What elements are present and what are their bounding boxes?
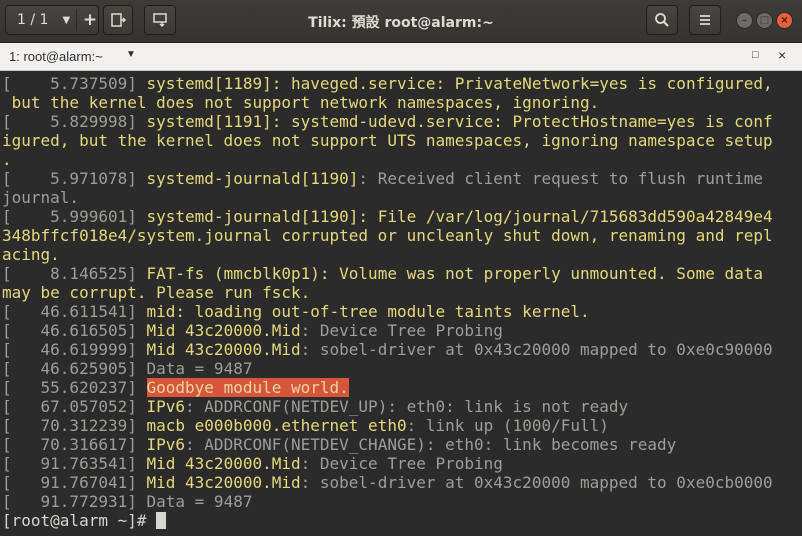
terminal-text-segment: Mid 43c20000.Mid	[146, 321, 301, 340]
terminal-text-segment: : Received client request to flush runti…	[358, 169, 763, 188]
terminal-text-segment: systemd[1191]: systemd-udevd.service: Pr…	[146, 112, 773, 131]
terminal-text-segment: [ 46.619999]	[2, 340, 147, 359]
terminal-text-segment: [ 91.772931]	[2, 492, 147, 511]
header-bar: 1 / 1 ▼ + Tilix: 預設 root@alarm:~ – □ ×	[0, 0, 802, 43]
terminal-line: [ 5.829998] systemd[1191]: systemd-udevd…	[2, 112, 802, 131]
terminal-line: [ 46.619999] Mid 43c20000.Mid: sobel-dri…	[2, 340, 802, 359]
terminal-text-segment: : sobel-driver at 0x43c20000 mapped to 0…	[300, 473, 773, 492]
terminal-text-segment: [ 67.057052]	[2, 397, 147, 416]
terminal-text-segment: [ 5.737509]	[2, 74, 147, 93]
text-cursor	[156, 512, 167, 529]
terminal-text-segment: may be corrupt. Please run fsck.	[2, 283, 311, 302]
terminal-text-segment: .	[2, 150, 12, 169]
shell-prompt: [root@alarm ~]#	[2, 511, 157, 530]
terminal-text-segment: mid: loading out-of-tree module taints k…	[146, 302, 590, 321]
minimize-icon[interactable]: –	[736, 12, 753, 29]
terminal-line: 348bffcf018e4/system.journal corrupted o…	[2, 226, 802, 245]
terminal-text-segment: : link up (1000/Full)	[406, 416, 609, 435]
terminal-text-segment: : Device Tree Probing	[300, 454, 503, 473]
terminal-text-segment: Mid 43c20000.Mid	[146, 454, 301, 473]
terminal-text-segment: [ 91.767041]	[2, 473, 147, 492]
terminal-line: igured, but the kernel does not support …	[2, 131, 802, 150]
terminal-text-segment: [ 46.625905]	[2, 359, 147, 378]
terminal-title[interactable]: 1: root@alarm:~	[9, 49, 103, 64]
terminal-text-segment: IPv6	[146, 435, 186, 454]
terminal-text-segment: systemd[1189]: haveged.service: PrivateN…	[146, 74, 773, 93]
close-terminal-icon[interactable]: ×	[778, 47, 786, 63]
terminal-line: [ 5.971078] systemd-journald[1190]: Rece…	[2, 169, 802, 188]
terminal-line: [ 5.999601] systemd-journald[1190]: File…	[2, 207, 802, 226]
terminal-text-segment: systemd-journald[1190]	[146, 169, 359, 188]
terminal-line: but the kernel does not support network …	[2, 93, 802, 112]
terminal-text-segment: : ADDRCONF(NETDEV_UP): eth0: link is not…	[185, 397, 629, 416]
terminal-text-segment: macb e000b000.ethernet eth0	[146, 416, 407, 435]
terminal-line: [ 70.316617] IPv6: ADDRCONF(NETDEV_CHANG…	[2, 435, 802, 454]
terminal-text-segment: Data = 9487	[146, 492, 253, 511]
terminal-text-segment: [ 91.763541]	[2, 454, 147, 473]
terminal-text-segment: acing.	[2, 245, 60, 264]
terminal-text-segment: Goodbye module world.	[146, 378, 349, 397]
terminal-text-segment: FAT-fs (mmcblk0p1): Volume was not prope…	[146, 264, 764, 283]
terminal-line: [ 46.616505] Mid 43c20000.Mid: Device Tr…	[2, 321, 802, 340]
terminal-line: [ 91.763541] Mid 43c20000.Mid: Device Tr…	[2, 454, 802, 473]
terminal-text-segment: journal.	[2, 188, 80, 207]
terminal-text-segment: Mid 43c20000.Mid	[146, 340, 301, 359]
terminal-line: .	[2, 150, 802, 169]
terminal-title-bar: 1: root@alarm:~ ▼ □ ×	[0, 43, 802, 71]
menu-button[interactable]	[689, 5, 721, 35]
terminal-text-segment: [ 55.620237]	[2, 378, 147, 397]
terminal-text-segment: but the kernel does not support network …	[2, 93, 600, 112]
terminal-text-segment: : Device Tree Probing	[300, 321, 503, 340]
terminal-line: [ 46.625905] Data = 9487	[2, 359, 802, 378]
menu-icon	[700, 15, 710, 25]
terminal-text-segment: [ 46.616505]	[2, 321, 147, 340]
terminal-text-segment: [ 5.971078]	[2, 169, 147, 188]
terminal-text-segment: igured, but the kernel does not support …	[2, 131, 773, 150]
search-icon	[655, 13, 669, 27]
terminal-text-segment: [ 8.146525]	[2, 264, 147, 283]
terminal-text-segment: [ 70.312239]	[2, 416, 147, 435]
terminal-text-segment: : ADDRCONF(NETDEV_CHANGE): eth0: link be…	[185, 435, 677, 454]
terminal-line: [ 55.620237] Goodbye module world.	[2, 378, 802, 397]
terminal-line: [ 70.312239] macb e000b000.ethernet eth0…	[2, 416, 802, 435]
terminal-line: [ 91.772931] Data = 9487	[2, 492, 802, 511]
terminal-text-segment: [ 5.829998]	[2, 112, 147, 131]
terminal-line: [ 8.146525] FAT-fs (mmcblk0p1): Volume w…	[2, 264, 802, 283]
terminal-text-segment: [ 5.999601]	[2, 207, 147, 226]
terminal-text-segment: systemd-journald[1190]: File /var/log/jo…	[146, 207, 773, 226]
terminal-text-segment: [ 46.611541]	[2, 302, 147, 321]
terminal-line: may be corrupt. Please run fsck.	[2, 283, 802, 302]
close-icon[interactable]: ×	[776, 12, 793, 29]
terminal-line: acing.	[2, 245, 802, 264]
maximize-terminal-icon[interactable]: □	[752, 49, 759, 61]
terminal-line: [ 91.767041] Mid 43c20000.Mid: sobel-dri…	[2, 473, 802, 492]
maximize-icon[interactable]: □	[756, 12, 773, 29]
terminal-text-segment: Data = 9487	[146, 359, 253, 378]
terminal-output[interactable]: [ 5.737509] systemd[1189]: haveged.servi…	[0, 72, 802, 536]
prompt-line[interactable]: [root@alarm ~]#	[2, 511, 802, 530]
terminal-text-segment: : sobel-driver at 0x43c20000 mapped to 0…	[300, 340, 773, 359]
terminal-text-segment: Mid 43c20000.Mid	[146, 473, 301, 492]
search-button[interactable]	[646, 5, 678, 35]
chevron-down-icon[interactable]: ▼	[126, 49, 136, 60]
terminal-text-segment: IPv6	[146, 397, 186, 416]
terminal-text-segment: [ 70.316617]	[2, 435, 147, 454]
terminal-line: [ 46.611541] mid: loading out-of-tree mo…	[2, 302, 802, 321]
terminal-text-segment: 348bffcf018e4/system.journal corrupted o…	[2, 226, 773, 245]
window-title: Tilix: 預設 root@alarm:~	[308, 15, 494, 31]
terminal-line: [ 67.057052] IPv6: ADDRCONF(NETDEV_UP): …	[2, 397, 802, 416]
terminal-line: [ 5.737509] systemd[1189]: haveged.servi…	[2, 74, 802, 93]
terminal-line: journal.	[2, 188, 802, 207]
